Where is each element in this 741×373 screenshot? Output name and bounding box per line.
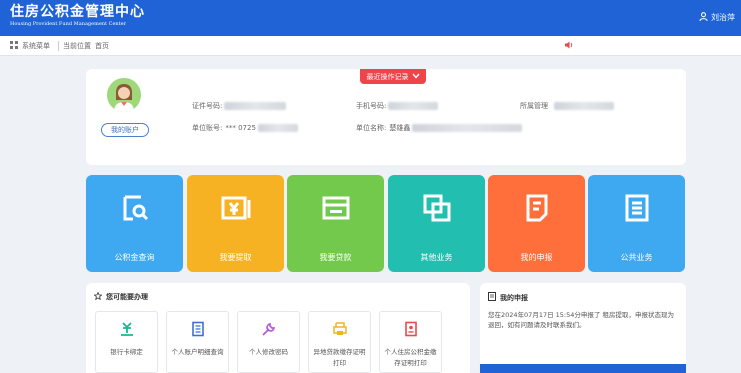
- public-business-icon: [621, 192, 653, 224]
- tile-withdraw[interactable]: 我要提取: [187, 175, 284, 272]
- loan-icon: [320, 192, 352, 224]
- manager-redacted: [554, 102, 614, 110]
- tile-fund-query[interactable]: 公积金查询: [86, 175, 183, 272]
- service-change-password[interactable]: 个人修改密码: [237, 311, 300, 373]
- services-title: 您可能要办理: [93, 291, 148, 302]
- account-detail-icon: [190, 321, 206, 337]
- id-number-field: 证件号码:: [192, 101, 287, 111]
- grid-icon: [10, 41, 18, 51]
- id-number-redacted: [224, 102, 287, 110]
- tile-label: 我要贷款: [319, 253, 352, 262]
- unit-name-label: 单位名称:: [356, 124, 387, 132]
- service-label: 个人账户明细查询: [171, 348, 224, 356]
- service-deposit-certificate[interactable]: 个人住房公积金缴存证明打印: [379, 311, 442, 373]
- tile-label: 我要提取: [219, 253, 252, 262]
- service-offsite-loan-print[interactable]: 异地贷款缴存证明打印: [308, 311, 371, 373]
- phone-redacted: [388, 102, 439, 110]
- toolbar-divider: [58, 41, 59, 51]
- recent-operations-label: 最近操作记录: [366, 72, 409, 81]
- declaration-action-bar[interactable]: [480, 364, 686, 373]
- tile-label: 我的申报: [520, 253, 553, 262]
- unit-account-redacted: [257, 124, 298, 132]
- manager-field: 所属管理: [520, 101, 614, 111]
- declaration-panel: 我的申报 您在2024年07月17日 15:54分申报了 租房提取，申报状态现为…: [480, 283, 686, 373]
- star-icon: [93, 291, 103, 302]
- withdraw-icon: [220, 192, 252, 224]
- declaration-message: 您在2024年07月17日 15:54分申报了 租房提取，申报状态现为退回，如有…: [488, 311, 674, 329]
- id-number-label: 证件号码:: [192, 102, 223, 110]
- breadcrumb-home[interactable]: 首页: [95, 41, 109, 51]
- service-label: 个人修改密码: [249, 348, 288, 356]
- wrench-icon: [261, 321, 277, 337]
- unit-name-field: 单位名称: 楚雄鑫: [356, 123, 523, 133]
- tile-label: 公积金查询: [114, 253, 155, 262]
- my-declaration-icon: [521, 192, 553, 224]
- tile-loan[interactable]: 我要贷款: [287, 175, 384, 272]
- tile-public-business[interactable]: 公共业务: [588, 175, 685, 272]
- my-account-button[interactable]: 我的账户: [101, 123, 149, 137]
- service-label: 个人住房公积金缴存证明打印: [384, 348, 437, 367]
- user-menu[interactable]: 刘治萍: [699, 12, 735, 23]
- profile-card: 我的账户 最近操作记录 证件号码: 手机号码: 所属管理 单位账号: *** 0…: [86, 69, 686, 165]
- search-doc-icon: [119, 192, 151, 224]
- user-name: 刘治萍: [711, 13, 735, 22]
- services-title-text: 您可能要办理: [106, 293, 148, 301]
- other-business-icon: [421, 192, 453, 224]
- phone-field: 手机号码:: [356, 101, 439, 111]
- certificate-icon: [403, 321, 419, 337]
- brand-title: 住房公积金管理中心: [10, 4, 145, 20]
- tile-label: 公共业务: [620, 253, 653, 262]
- declaration-title-text: 我的申报: [500, 293, 528, 302]
- unit-account-label: 单位账号:: [192, 124, 223, 132]
- unit-account-value: *** 0725: [225, 124, 256, 132]
- service-label: 银行卡绑定: [110, 348, 143, 356]
- recent-operations-button[interactable]: 最近操作记录: [360, 69, 426, 84]
- declaration-title: 我的申报: [488, 292, 528, 303]
- unit-name-redacted: [412, 124, 523, 132]
- bank-card-icon: [119, 321, 135, 337]
- brand-subtitle: Housing Provident Fund Management Center: [10, 21, 126, 27]
- document-icon: [488, 292, 496, 303]
- service-account-detail[interactable]: 个人账户明细查询: [166, 311, 229, 373]
- speaker-icon[interactable]: [565, 41, 574, 51]
- unit-account-field: 单位账号: *** 0725: [192, 123, 298, 133]
- user-icon: [699, 12, 708, 23]
- brand-logo[interactable]: 住房公积金管理中心 Housing Provident Fund Managem…: [10, 3, 145, 28]
- toolbar: 系统菜单 当前位置 首页: [0, 36, 741, 56]
- services-panel: 您可能要办理 银行卡绑定 个人账户明细查询 个人修改密码 异地贷款缴存证明打印 …: [86, 283, 470, 373]
- system-menu-label: 系统菜单: [22, 42, 50, 50]
- phone-label: 手机号码:: [356, 102, 387, 110]
- breadcrumb-label: 当前位置: [63, 42, 91, 50]
- print-icon: [332, 321, 348, 337]
- tile-other-business[interactable]: 其他业务: [388, 175, 485, 272]
- service-label: 异地贷款缴存证明打印: [313, 348, 366, 367]
- manager-label: 所属管理: [520, 102, 548, 110]
- tile-label: 其他业务: [420, 253, 453, 262]
- avatar: [107, 78, 141, 112]
- service-bank-card[interactable]: 银行卡绑定: [95, 311, 158, 373]
- system-menu-button[interactable]: 系统菜单: [10, 41, 50, 51]
- chevron-down-icon: [411, 73, 420, 81]
- unit-name-value: 楚雄鑫: [389, 124, 411, 132]
- tile-my-declaration[interactable]: 我的申报: [488, 175, 585, 272]
- top-header: 住房公积金管理中心 Housing Provident Fund Managem…: [0, 0, 741, 36]
